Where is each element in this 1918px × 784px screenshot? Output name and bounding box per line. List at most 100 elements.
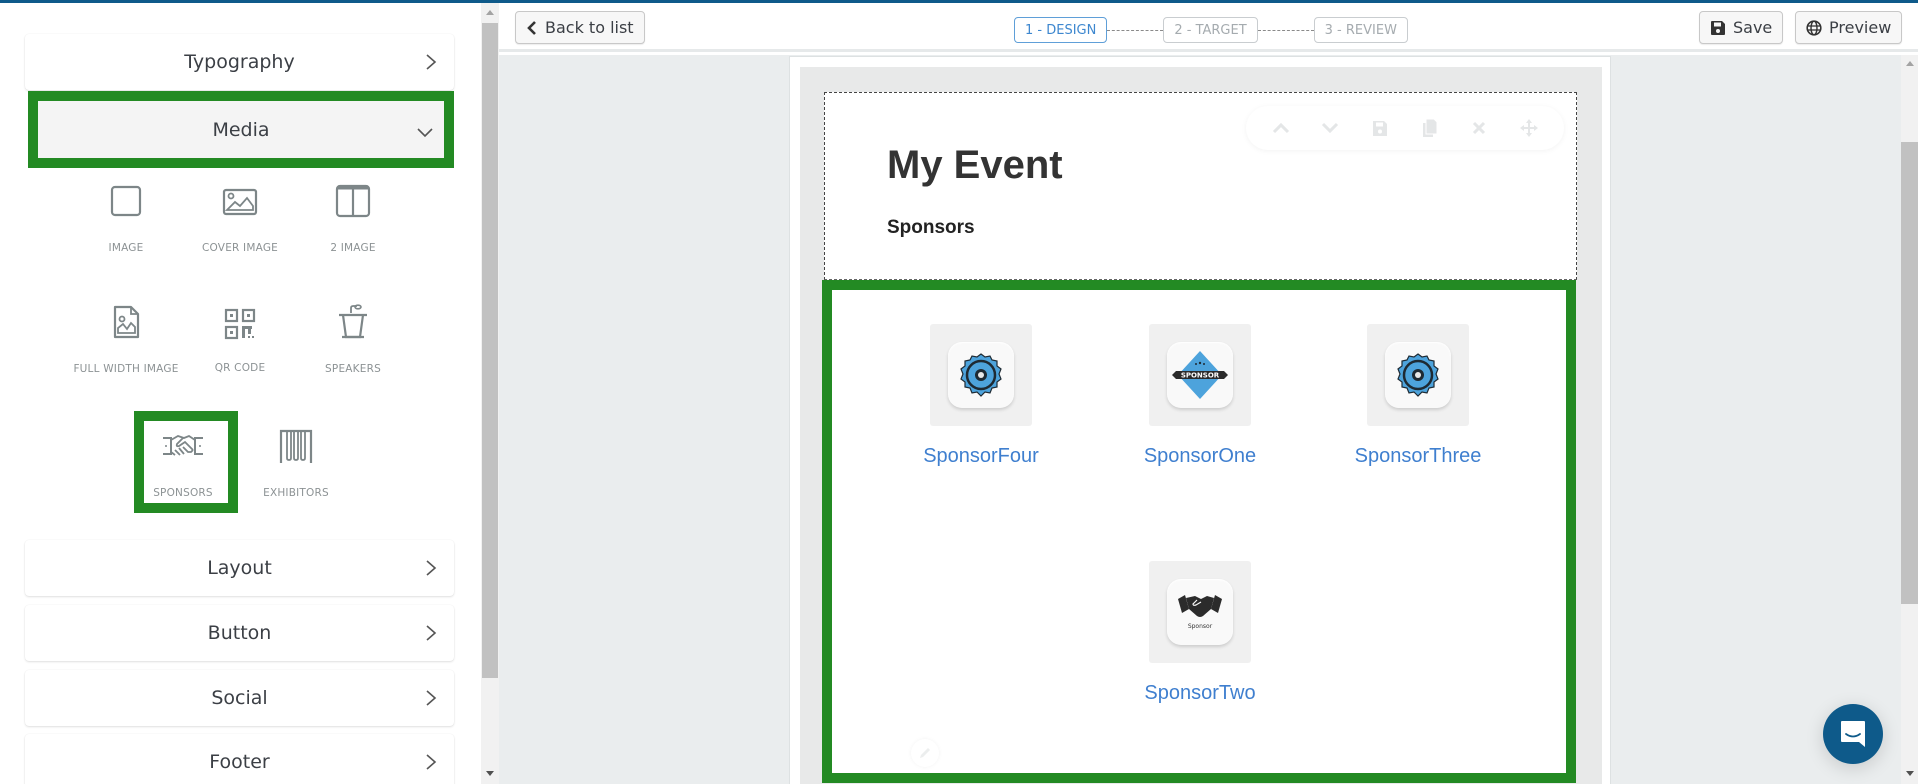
step-review[interactable]: 3 - REVIEW [1313, 17, 1408, 43]
tile-exhibitors[interactable]: EXHIBITORS [241, 428, 351, 499]
step-connector [1257, 29, 1314, 31]
tile-sponsors[interactable]: SPONSORS [128, 428, 238, 499]
close-icon [1473, 121, 1486, 135]
save-button[interactable]: Save [1699, 11, 1784, 44]
chat-launcher-button[interactable] [1823, 704, 1883, 764]
sponsor-name-link[interactable]: SponsorTwo [1100, 682, 1300, 705]
exhibitors-icon [279, 429, 313, 463]
back-label: Back to list [545, 18, 634, 37]
move-down-button[interactable] [1320, 118, 1340, 138]
sponsor-item[interactable]: Sponsor SponsorTwo [1100, 561, 1300, 705]
save-icon [1373, 121, 1388, 136]
editor-toolbar: Back to list 1 - DESIGN 2 - TARGET 3 - R… [499, 3, 1918, 52]
back-to-list-button[interactable]: Back to list [515, 11, 645, 44]
section-layout[interactable]: Layout [25, 540, 454, 596]
tile-cover-image[interactable]: COVER IMAGE [185, 184, 295, 254]
section-footer[interactable]: Footer [25, 734, 454, 784]
event-title[interactable]: My Event [887, 143, 1063, 188]
image-icon [110, 185, 142, 217]
tile-label: COVER IMAGE [202, 242, 278, 254]
preview-button[interactable]: Preview [1795, 11, 1903, 44]
section-button[interactable]: Button [25, 605, 454, 661]
section-subtitle[interactable]: Sponsors [887, 217, 975, 239]
section-media[interactable]: Media [28, 91, 454, 168]
section-label: Media [212, 118, 270, 141]
two-image-icon [335, 184, 371, 218]
section-typography[interactable]: Typography [25, 34, 454, 90]
scrollbar-thumb[interactable] [482, 23, 498, 678]
tile-label: SPONSORS [153, 487, 213, 499]
move-up-button[interactable] [1271, 118, 1291, 138]
section-label: Button [207, 622, 272, 644]
handshake-icon [163, 434, 203, 456]
diamond-badge-icon: SPONSOR [1172, 351, 1228, 399]
drag-block-handle[interactable] [1519, 118, 1539, 138]
sponsor-item[interactable]: SponsorThree [1318, 324, 1518, 468]
duplicate-block-button[interactable] [1420, 118, 1440, 138]
scrollbar-thumb[interactable] [1901, 142, 1918, 604]
step-connector [1107, 29, 1164, 31]
tile-qr-code[interactable]: QR CODE [185, 308, 295, 374]
sponsor-logo[interactable]: SPONSOR [1149, 324, 1251, 426]
section-label: Layout [207, 557, 272, 579]
delete-block-button[interactable] [1469, 118, 1489, 138]
sponsor-name-link[interactable]: SponsorThree [1318, 445, 1518, 468]
copy-icon [1422, 118, 1438, 137]
tile-speakers[interactable]: SPEAKERS [298, 304, 408, 375]
scroll-down-arrow[interactable] [1906, 771, 1914, 776]
badge-text: SPONSOR [1181, 372, 1220, 380]
seal-badge-icon [960, 353, 1002, 397]
scroll-up-arrow[interactable] [1906, 61, 1914, 66]
chevron-down-icon [417, 128, 433, 138]
tile-label: QR CODE [214, 362, 266, 374]
tile-label: IMAGE [108, 242, 144, 254]
sponsor-item[interactable]: SponsorFour [881, 324, 1081, 468]
handshake-logo-icon: Sponsor [1178, 595, 1222, 630]
chevron-right-icon [426, 625, 437, 641]
sponsor-name-link[interactable]: SponsorOne [1100, 445, 1300, 468]
chevron-up-icon [1272, 122, 1289, 134]
cover-image-icon [222, 188, 258, 216]
badge-text: Sponsor [1188, 623, 1213, 630]
sponsor-name-link[interactable]: SponsorFour [881, 445, 1081, 468]
save-block-button[interactable] [1370, 118, 1390, 138]
pencil-icon [920, 748, 930, 758]
top-accent-bar [0, 0, 1918, 3]
scroll-down-arrow[interactable] [486, 771, 494, 776]
preview-label: Preview [1829, 18, 1892, 37]
chevron-down-icon [1322, 122, 1339, 134]
section-label: Social [211, 687, 268, 709]
podium-icon [339, 304, 367, 339]
tile-full-width-image[interactable]: FULL WIDTH IMAGE [71, 304, 181, 375]
sponsor-logo[interactable]: Sponsor [1149, 561, 1251, 663]
save-icon [1711, 20, 1725, 35]
chat-icon [1841, 721, 1865, 747]
chevron-left-icon [527, 20, 536, 35]
block-toolbar [1246, 106, 1564, 150]
tile-two-image[interactable]: 2 IMAGE [298, 184, 408, 254]
seal-badge-icon [1397, 353, 1439, 397]
sponsor-logo[interactable] [930, 324, 1032, 426]
blocks-panel-scrollbar[interactable] [481, 0, 499, 784]
edit-block-button[interactable] [911, 739, 939, 767]
chevron-right-icon [426, 560, 437, 576]
qr-code-icon [224, 308, 256, 340]
sponsor-logo[interactable] [1367, 324, 1469, 426]
save-label: Save [1733, 18, 1773, 37]
step-design[interactable]: 1 - DESIGN [1014, 17, 1108, 43]
section-label: Typography [184, 51, 295, 73]
section-social[interactable]: Social [25, 670, 454, 726]
tile-image[interactable]: IMAGE [71, 184, 181, 254]
step-target[interactable]: 2 - TARGET [1163, 17, 1258, 43]
globe-icon [1806, 19, 1822, 36]
chevron-right-icon [426, 54, 437, 70]
workspace-scrollbar[interactable] [1901, 55, 1918, 784]
section-label: Footer [209, 751, 270, 773]
full-width-image-icon [113, 305, 140, 339]
move-icon [1520, 119, 1539, 137]
blocks-panel: Typography Media IMAGE COVER IMAGE 2 IMA… [0, 0, 481, 784]
tile-label: EXHIBITORS [263, 487, 329, 499]
tile-label: FULL WIDTH IMAGE [73, 363, 179, 375]
scroll-up-arrow[interactable] [486, 10, 494, 15]
sponsor-item[interactable]: SPONSOR SponsorOne [1100, 324, 1300, 468]
